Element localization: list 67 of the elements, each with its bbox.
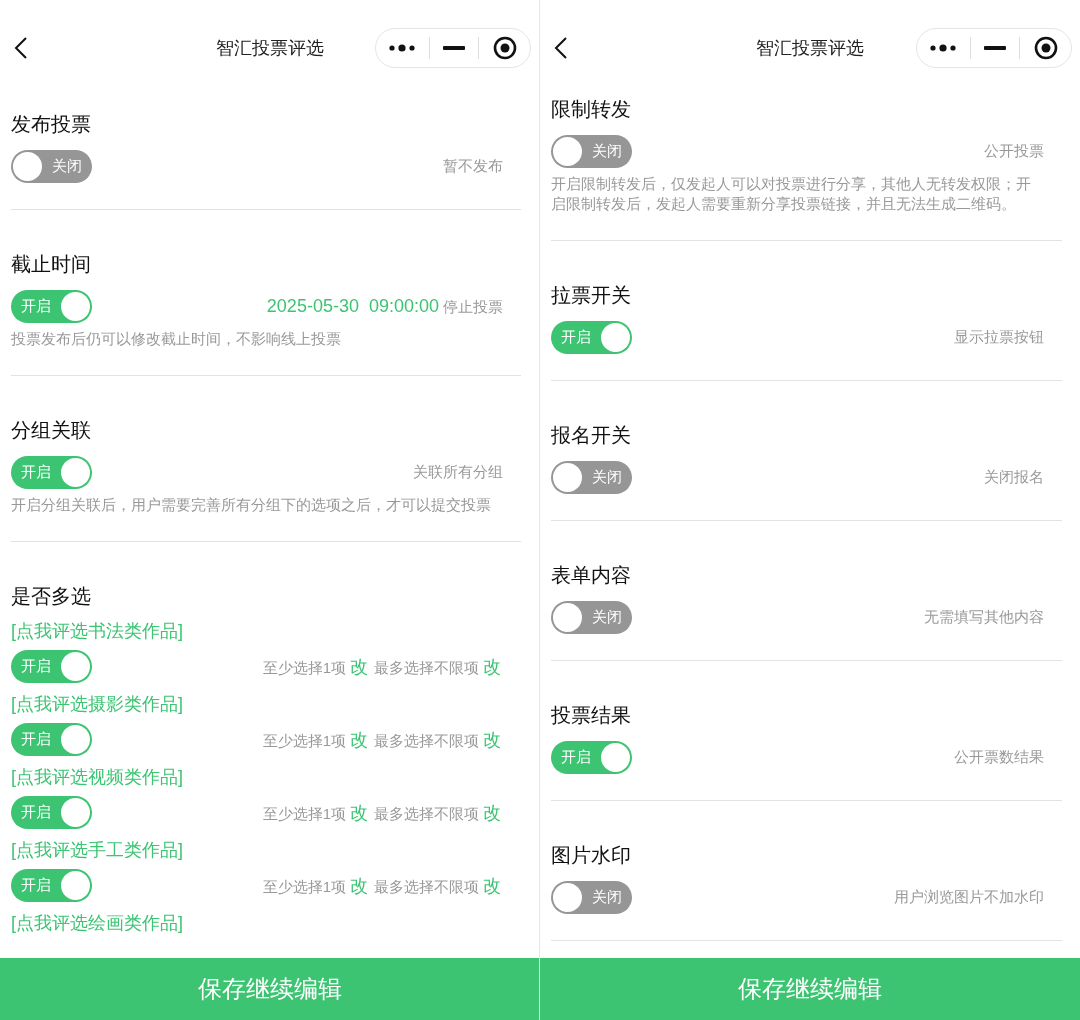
toggle-switch[interactable]: 开启: [551, 321, 632, 354]
hint-text: 开启分组关联后，用户需要完善所有分组下的选项之后，才可以提交投票: [11, 495, 492, 515]
toggle-switch[interactable]: 开启: [11, 290, 92, 323]
edit-link[interactable]: 改: [350, 727, 368, 752]
toggle-switch[interactable]: 开启: [551, 741, 632, 774]
max-choice-text: 最多选择不限项: [374, 877, 479, 897]
section-title: 表单内容: [551, 563, 632, 588]
status-text: 关闭报名: [984, 468, 1044, 487]
category-link[interactable]: [点我评选视频类作品]: [11, 764, 183, 790]
toggle-switch[interactable]: 开启: [11, 723, 92, 756]
toggle-switch[interactable]: 关闭: [551, 881, 632, 914]
toggle-switch[interactable]: 关闭: [11, 150, 92, 183]
toggle-switch[interactable]: 关闭: [551, 461, 632, 494]
min-choice-text: 至少选择1项: [262, 804, 346, 824]
date-value[interactable]: 2025-05-30 09:00:00: [266, 296, 439, 317]
edit-link[interactable]: 改: [350, 654, 368, 679]
hint-text: 投票发布后仍可以修改截止时间，不影响线上投票: [11, 329, 342, 349]
save-button[interactable]: 保存继续编辑: [0, 958, 539, 1020]
status-text: 无需填写其他内容: [924, 608, 1044, 627]
edit-link[interactable]: 改: [350, 800, 368, 825]
more-icon[interactable]: [930, 42, 957, 53]
edit-link[interactable]: 改: [483, 800, 501, 825]
category-link[interactable]: [点我评选摄影类作品]: [11, 691, 183, 717]
page-title: 智汇投票评选: [215, 37, 324, 60]
toggle-switch[interactable]: 开启: [11, 650, 92, 683]
max-choice-text: 最多选择不限项: [374, 731, 479, 751]
status-text: 停止投票: [443, 298, 503, 317]
edit-link[interactable]: 改: [483, 654, 501, 679]
toggle-switch[interactable]: 开启: [11, 456, 92, 489]
status-text: 公开票数结果: [954, 748, 1044, 767]
section-title: 限制转发: [551, 97, 632, 122]
section-title: 拉票开关: [551, 283, 632, 308]
minimize-icon[interactable]: [443, 45, 465, 50]
hint-text: 开启限制转发后，仅发起人可以对投票进行分享，其他人无转发权限；开启限制转发后，发起人需要重新分享投票链接，并且无法生成二维码。: [551, 174, 1032, 214]
edit-link[interactable]: 改: [350, 873, 368, 898]
back-icon[interactable]: [554, 35, 568, 60]
min-choice-text: 至少选择1项: [262, 658, 346, 678]
edit-link[interactable]: 改: [483, 873, 501, 898]
max-choice-text: 最多选择不限项: [374, 658, 479, 678]
toggle-switch[interactable]: 开启: [11, 869, 92, 902]
section-title: 投票结果: [551, 703, 632, 728]
status-text: 显示拉票按钮: [954, 328, 1044, 347]
status-text: 关联所有分组: [413, 463, 503, 482]
toggle-switch[interactable]: 关闭: [551, 601, 632, 634]
category-link[interactable]: [点我评选绘画类作品]: [11, 910, 183, 936]
toggle-switch[interactable]: 开启: [11, 796, 92, 829]
min-choice-text: 至少选择1项: [262, 731, 346, 751]
section-title: 报名开关: [551, 423, 632, 448]
section-title: 截止时间: [11, 252, 92, 277]
section-title: 分组关联: [11, 418, 92, 443]
category-link[interactable]: [点我评选书法类作品]: [11, 618, 183, 644]
more-icon[interactable]: [389, 42, 416, 53]
status-text: 暂不发布: [443, 157, 503, 176]
status-text: 公开投票: [984, 142, 1044, 161]
section-title: 发布投票: [11, 112, 92, 137]
back-icon[interactable]: [14, 35, 28, 60]
max-choice-text: 最多选择不限项: [374, 804, 479, 824]
category-link[interactable]: [点我评选手工类作品]: [11, 837, 183, 863]
min-choice-text: 至少选择1项: [262, 877, 346, 897]
page-title: 智汇投票评选: [756, 37, 864, 60]
minimize-icon[interactable]: [984, 45, 1006, 50]
toggle-switch[interactable]: 关闭: [551, 135, 632, 168]
status-text: 用户浏览图片不加水印: [894, 888, 1044, 907]
save-button[interactable]: 保存继续编辑: [540, 958, 1080, 1020]
edit-link[interactable]: 改: [483, 727, 501, 752]
section-title: 图片水印: [551, 843, 632, 868]
section-title: 是否多选: [11, 584, 92, 609]
